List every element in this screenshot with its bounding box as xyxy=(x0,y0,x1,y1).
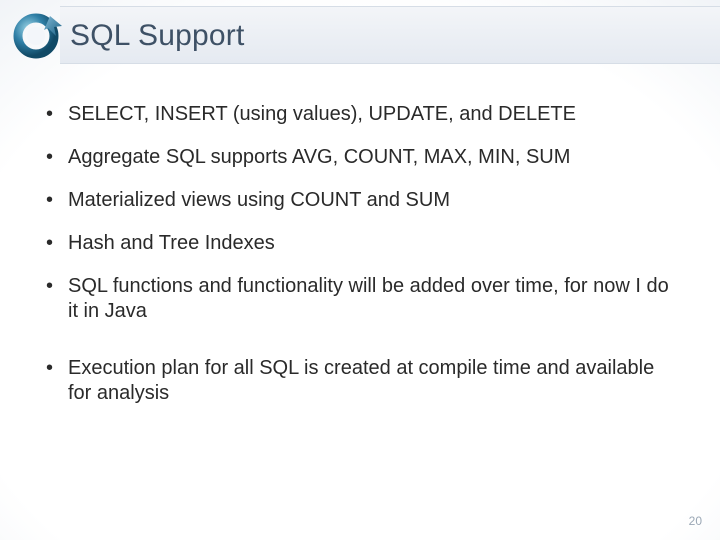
page-number: 20 xyxy=(689,514,702,528)
logo-icon xyxy=(10,6,66,62)
list-item: Materialized views using COUNT and SUM xyxy=(42,188,678,213)
list-item: Execution plan for all SQL is created at… xyxy=(42,356,678,406)
list-item: Aggregate SQL supports AVG, COUNT, MAX, … xyxy=(42,145,678,170)
slide-header: SQL Support xyxy=(0,0,720,72)
list-item: Hash and Tree Indexes xyxy=(42,231,678,256)
slide-title: SQL Support xyxy=(70,19,245,53)
slide: SQL Support SELECT, INSERT (using values… xyxy=(0,0,720,540)
list-item: SQL functions and functionality will be … xyxy=(42,274,678,324)
bullet-list: SELECT, INSERT (using values), UPDATE, a… xyxy=(42,102,678,406)
list-item: SELECT, INSERT (using values), UPDATE, a… xyxy=(42,102,678,127)
slide-content: SELECT, INSERT (using values), UPDATE, a… xyxy=(0,72,720,406)
